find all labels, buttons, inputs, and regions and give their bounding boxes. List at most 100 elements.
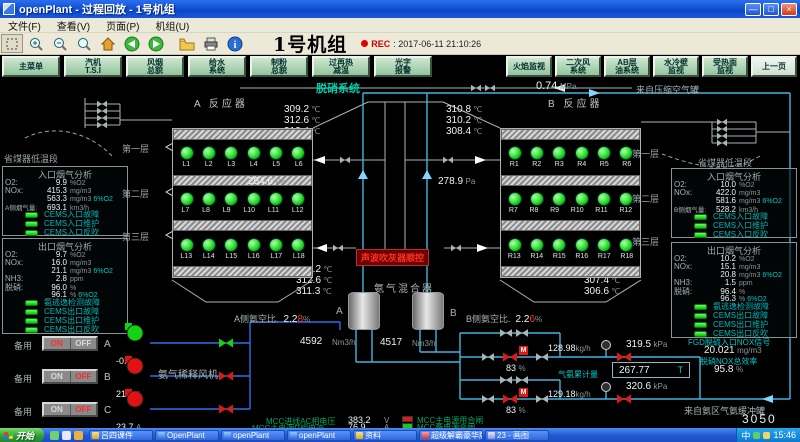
row-unit: %O2 bbox=[70, 252, 86, 259]
zoom-in-icon[interactable] bbox=[25, 34, 47, 53]
quick-launch-icon[interactable] bbox=[50, 431, 59, 440]
on-off-switch[interactable]: ONOFF bbox=[42, 402, 98, 417]
open-folder-icon[interactable] bbox=[176, 34, 198, 53]
maximize-button[interactable]: □ bbox=[763, 3, 779, 16]
damper-valve-icon[interactable] bbox=[443, 157, 453, 164]
nav-button[interactable]: 水冷壁 监视 bbox=[653, 56, 699, 77]
damper-valve-icon[interactable] bbox=[333, 245, 343, 252]
nav-button[interactable]: 火焰监视 bbox=[506, 56, 552, 77]
menu-item[interactable]: 页面(P) bbox=[98, 18, 147, 33]
gas-analysis-row: O2:9.9%O2 bbox=[5, 178, 125, 186]
folder-icon bbox=[92, 432, 99, 439]
zoom-reset-icon[interactable] bbox=[73, 34, 95, 53]
ammonia-valve-icon[interactable] bbox=[536, 353, 548, 361]
ammonia-pressure-1: 319.5 kPa bbox=[626, 339, 667, 350]
nav-button[interactable]: 汽机 T.S.I bbox=[64, 56, 122, 77]
damper-valve-icon[interactable] bbox=[717, 126, 727, 133]
taskbar-task-button[interactable]: 吕四课件 bbox=[89, 430, 153, 441]
minimize-button[interactable]: — bbox=[745, 3, 761, 16]
rec-label: REC bbox=[371, 39, 390, 49]
motor-control-valve-icon[interactable] bbox=[503, 394, 517, 403]
damper-valve-icon[interactable] bbox=[717, 119, 727, 126]
motor-control-valve-icon[interactable] bbox=[503, 352, 517, 361]
fan-current-readout: 23.7 A bbox=[116, 422, 141, 428]
taskbar-task-button[interactable]: openPlant bbox=[287, 430, 351, 441]
ammonia-valve-icon[interactable] bbox=[516, 376, 528, 384]
ammonia-valve-icon[interactable] bbox=[482, 353, 494, 361]
damper-valve-icon[interactable] bbox=[717, 133, 727, 140]
ammonia-valve-icon[interactable] bbox=[536, 395, 548, 403]
home-icon[interactable] bbox=[97, 34, 119, 53]
nav-button[interactable]: 过再热 减温 bbox=[312, 56, 370, 77]
ime-indicator[interactable]: 中 bbox=[741, 429, 750, 442]
closed-valve-icon[interactable] bbox=[617, 352, 631, 361]
taskbar-task-button[interactable]: OpenPlant bbox=[155, 430, 219, 441]
damper-valve-icon[interactable] bbox=[717, 140, 727, 147]
print-icon[interactable] bbox=[200, 34, 222, 53]
scada-window: openPlant - 过程回放 - 1号机组 — □ × 文件(F)查看(V)… bbox=[0, 0, 800, 442]
taskbar-task-button[interactable]: 23 - 画图 bbox=[485, 430, 549, 441]
taskbar-task-button[interactable]: 超级解霸豪华版 bbox=[419, 430, 483, 441]
quick-launch-icon[interactable] bbox=[74, 431, 83, 440]
nav-button[interactable]: 风烟 总貌 bbox=[126, 56, 184, 77]
ammonia-valve-icon[interactable] bbox=[516, 329, 528, 337]
ammonia-valve-icon[interactable] bbox=[500, 376, 512, 384]
damper-valve-icon[interactable] bbox=[485, 85, 495, 92]
closed-valve-icon[interactable] bbox=[617, 394, 631, 403]
nav-button[interactable]: 光字 报警 bbox=[374, 56, 432, 77]
back-icon[interactable] bbox=[121, 34, 143, 53]
tray-icon[interactable] bbox=[753, 432, 760, 439]
nav-button[interactable]: 制粉 总貌 bbox=[250, 56, 308, 77]
tray-icon[interactable] bbox=[763, 432, 770, 439]
status-lamp-green bbox=[508, 238, 522, 252]
flow-arrow-icon bbox=[422, 170, 432, 179]
start-button[interactable]: 开始 bbox=[0, 428, 44, 442]
app-icon bbox=[3, 3, 15, 15]
motor-valve-icon[interactable]: M bbox=[519, 388, 528, 397]
ammonia-flow-1: 128.98kg/h bbox=[548, 343, 591, 353]
ammonia-valve-icon[interactable] bbox=[482, 395, 494, 403]
nav-button[interactable]: 二次风 系统 bbox=[555, 56, 601, 77]
taskbar-task-button[interactable]: openPlant bbox=[221, 430, 285, 441]
layer-label: 第三层 bbox=[632, 235, 659, 248]
air-pressure-readout: 0.74 MPa bbox=[536, 80, 576, 92]
menu-item[interactable]: 查看(V) bbox=[49, 18, 98, 33]
info-icon[interactable]: i bbox=[224, 34, 246, 53]
forward-icon[interactable] bbox=[145, 34, 167, 53]
damper-valve-icon[interactable] bbox=[340, 157, 350, 164]
motor-valve-icon[interactable]: M bbox=[519, 346, 528, 355]
menu-item[interactable]: 文件(F) bbox=[0, 18, 49, 33]
closed-valve-icon[interactable] bbox=[219, 371, 233, 380]
damper-valve-icon[interactable] bbox=[97, 122, 107, 129]
menu-item[interactable]: 机组(U) bbox=[147, 18, 197, 33]
gas-analysis-row: NH3:1.5ppm bbox=[674, 278, 794, 286]
open-valve-icon[interactable] bbox=[219, 338, 233, 347]
nav-button[interactable]: 上一页 bbox=[751, 56, 797, 77]
damper-valve-icon[interactable] bbox=[97, 101, 107, 108]
app-icon bbox=[224, 432, 231, 439]
row-value: 1.5 bbox=[708, 278, 736, 287]
damper-valve-icon[interactable] bbox=[471, 85, 481, 92]
nav-button[interactable]: AB层 油系统 bbox=[604, 56, 650, 77]
title-bar: openPlant - 过程回放 - 1号机组 — □ × bbox=[0, 0, 800, 18]
close-button[interactable]: × bbox=[781, 3, 797, 16]
catalyst-band bbox=[501, 266, 640, 277]
damper-valve-icon[interactable] bbox=[451, 245, 461, 252]
on-off-switch[interactable]: ONOFF bbox=[42, 369, 98, 384]
damper-valve-icon[interactable] bbox=[97, 115, 107, 122]
quick-launch-icon[interactable] bbox=[62, 431, 71, 440]
gas-analysis-row: 563.3mg/m36%O2 bbox=[5, 194, 125, 202]
sootblower-button[interactable]: 声波吹灰器顺控 bbox=[356, 249, 429, 266]
closed-valve-icon[interactable] bbox=[219, 404, 233, 413]
taskbar-task-button[interactable]: 资料 bbox=[353, 430, 417, 441]
nav-button[interactable]: 主菜单 bbox=[2, 56, 60, 77]
row-unit: mg/m3 bbox=[739, 272, 760, 279]
damper-valve-icon[interactable] bbox=[97, 108, 107, 115]
ammonia-valve-icon[interactable] bbox=[500, 329, 512, 337]
zoom-out-icon[interactable] bbox=[49, 34, 71, 53]
nav-button[interactable]: 给水 系统 bbox=[188, 56, 246, 77]
select-tool-icon[interactable] bbox=[1, 34, 23, 53]
on-off-switch[interactable]: ONOFF bbox=[42, 336, 98, 351]
status-lamp-green bbox=[552, 238, 566, 252]
nav-button[interactable]: 受热面 监视 bbox=[702, 56, 748, 77]
